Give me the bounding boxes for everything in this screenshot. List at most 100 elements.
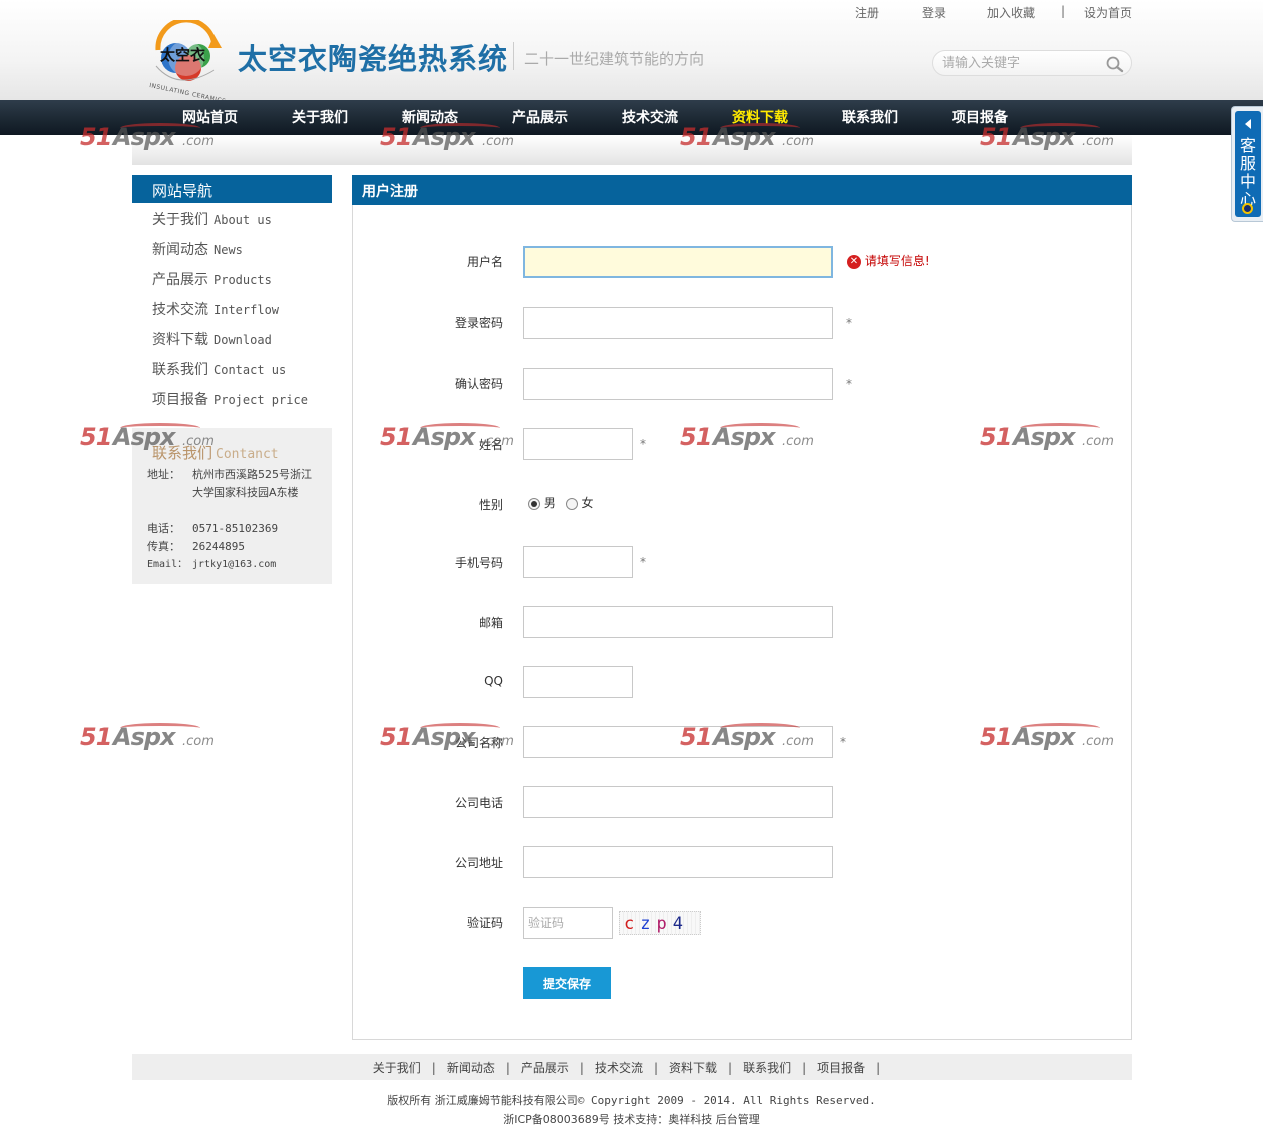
- footer-separator: |: [728, 1061, 733, 1075]
- footer-separator: |: [505, 1061, 510, 1075]
- nav-home[interactable]: 网站首页: [182, 107, 238, 127]
- nav-about[interactable]: 关于我们: [292, 107, 348, 127]
- customer-service-char: 服: [1239, 154, 1256, 173]
- sidebar-item-interflow[interactable]: 技术交流 Interflow: [152, 299, 279, 321]
- nav-products[interactable]: 产品展示: [512, 107, 568, 127]
- sidebar-item-label: 产品展示: [152, 272, 208, 288]
- nav-tech[interactable]: 技术交流: [622, 107, 678, 127]
- sidebar-item-label: 资料下载: [152, 332, 208, 348]
- username-input[interactable]: [523, 246, 833, 278]
- sidebar-item-download[interactable]: 资料下载 Download: [152, 329, 272, 351]
- phone-label: 电话：: [147, 522, 180, 535]
- sidebar-item-label-en: Products: [214, 273, 272, 287]
- gender-label: 性别: [478, 498, 503, 512]
- sidebar-item-label: 联系我们: [152, 362, 208, 378]
- email-label: Email：: [147, 559, 188, 570]
- customer-service-tab[interactable]: 客服中心: [1231, 106, 1263, 222]
- footer-separator: |: [653, 1061, 659, 1075]
- contact-email: Email： jrtky1@163.com: [147, 556, 322, 574]
- captcha-char: p: [656, 914, 673, 934]
- search-input[interactable]: [942, 55, 1102, 72]
- fax-label: 传真：: [147, 540, 180, 553]
- name-input[interactable]: [523, 428, 633, 460]
- customer-service-panel: 客服中心: [1235, 111, 1261, 217]
- footer-separator: |: [802, 1061, 807, 1075]
- password-input[interactable]: [523, 307, 833, 339]
- set-homepage-link[interactable]: 设为首页: [1084, 4, 1132, 21]
- company-phone-input[interactable]: [523, 786, 833, 818]
- username-label: 用户名: [466, 255, 503, 269]
- footer-link[interactable]: 关于我们: [373, 1059, 421, 1076]
- sub-banner: [132, 135, 1132, 165]
- footer-link[interactable]: 项目报备: [817, 1059, 865, 1076]
- site-slogan: 二十一世纪建筑节能的方向: [524, 50, 705, 68]
- gender-radio-group: 男 女: [528, 494, 594, 511]
- contact-title-en: Contanct: [216, 447, 279, 462]
- company-name-input[interactable]: [523, 726, 833, 758]
- contact-fax: 传真： 26244895: [147, 538, 322, 556]
- nav-download[interactable]: 资料下载: [732, 107, 788, 127]
- sidebar-item-products[interactable]: 产品展示 Products: [152, 269, 272, 291]
- footer-link[interactable]: 联系我们: [743, 1059, 791, 1076]
- customer-service-char: 客: [1239, 136, 1256, 155]
- footer-separator: |: [579, 1061, 584, 1075]
- sidebar-item-project[interactable]: 项目报备 Project price: [152, 389, 308, 411]
- email-input[interactable]: [523, 606, 833, 638]
- mobile-input[interactable]: [523, 546, 633, 578]
- qq-input[interactable]: [523, 666, 633, 698]
- copyright-notice: © Copyright 2009 - 2014. All Rights Rese…: [577, 1094, 876, 1107]
- footer-link[interactable]: 资料下载: [669, 1059, 717, 1076]
- company-phone-label: 公司电话: [454, 796, 503, 810]
- search-icon[interactable]: [1105, 55, 1125, 73]
- captcha-char: 4: [672, 914, 689, 934]
- top-links-divider: |: [1061, 4, 1066, 18]
- arrow-left-icon: [1245, 119, 1251, 129]
- nav-news[interactable]: 新闻动态: [402, 107, 458, 127]
- captcha-label: 验证码: [466, 916, 503, 930]
- username-error: ✕ 请填写信息!: [847, 252, 930, 269]
- submit-button[interactable]: 提交保存: [523, 967, 611, 999]
- captcha-input[interactable]: [523, 907, 613, 939]
- captcha-image[interactable]: czp4: [619, 911, 701, 935]
- gender-female-radio[interactable]: [565, 497, 578, 510]
- footer-separator: |: [876, 1061, 881, 1075]
- company-address-input[interactable]: [523, 846, 833, 878]
- site-title: 太空衣陶瓷绝热系统: [238, 42, 509, 76]
- sidebar-item-contact[interactable]: 联系我们 Contact us: [152, 359, 286, 381]
- gender-female-label: 女: [581, 496, 594, 510]
- login-link[interactable]: 登录: [922, 4, 946, 21]
- company-name-label: 公司名称: [454, 736, 503, 750]
- sidebar-item-label-en: News: [214, 243, 243, 257]
- company-address-label: 公司地址: [454, 856, 503, 870]
- main-nav: 网站首页 关于我们 新闻动态 产品展示 技术交流 资料下载 联系我们 项目报备: [0, 100, 1263, 135]
- required-mark: *: [846, 377, 852, 391]
- email-value[interactable]: jrtky1@163.com: [192, 556, 317, 574]
- password-label: 登录密码: [454, 316, 503, 330]
- sidebar-item-about[interactable]: 关于我们 About us: [152, 209, 272, 231]
- sidebar-item-label: 项目报备: [152, 392, 208, 408]
- customer-service-char: 中: [1239, 172, 1256, 191]
- add-favorite-link[interactable]: 加入收藏: [987, 4, 1035, 21]
- nav-contact[interactable]: 联系我们: [842, 107, 898, 127]
- nav-project[interactable]: 项目报备: [952, 107, 1008, 127]
- sidebar-item-news[interactable]: 新闻动态 News: [152, 239, 243, 261]
- mobile-label: 手机号码: [454, 556, 503, 570]
- sidebar-item-label-en: Project price: [214, 393, 308, 407]
- contact-info-box: 联系我们 Contanct 地址： 杭州市西溪路525号浙江大学国家科技园A东楼 …: [132, 428, 332, 584]
- footer-nav: 关于我们 | 新闻动态 | 产品展示 | 技术交流 | 资料下载 | 联系我们 | 项目报备 |: [132, 1054, 1132, 1080]
- footer-link[interactable]: 新闻动态: [447, 1059, 495, 1076]
- captcha-char: z: [640, 914, 657, 934]
- search-box: [932, 50, 1132, 76]
- address-value: 杭州市西溪路525号浙江大学国家科技园A东楼: [192, 468, 312, 499]
- name-label: 姓名: [478, 438, 503, 452]
- required-mark: *: [846, 316, 852, 330]
- contact-phone: 电话： 0571-85102369: [147, 520, 322, 538]
- register-link[interactable]: 注册: [855, 4, 879, 21]
- confirm-password-input[interactable]: [523, 368, 833, 400]
- gender-male-radio[interactable]: [528, 497, 540, 510]
- footer-link[interactable]: 技术交流: [595, 1059, 643, 1076]
- customer-service-label: 客服中心: [1235, 137, 1261, 209]
- gender-male-label: 男: [543, 496, 556, 510]
- footer-link[interactable]: 产品展示: [521, 1059, 569, 1076]
- service-badge-icon: [1242, 203, 1253, 214]
